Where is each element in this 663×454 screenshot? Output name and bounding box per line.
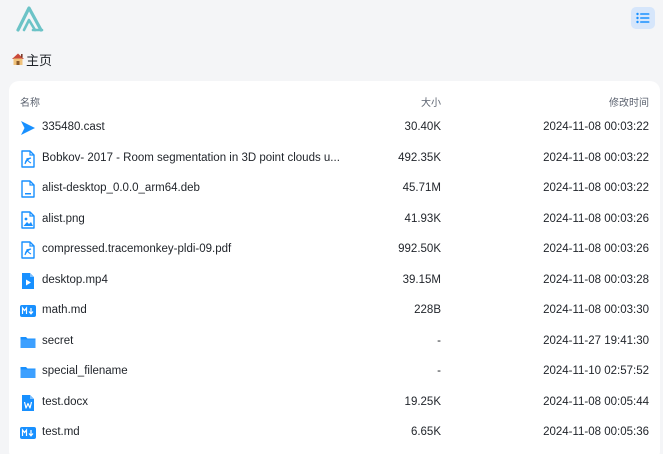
file-modified: 2024-11-08 00:03:30 (543, 304, 649, 316)
file-modified: 2024-11-08 00:03:26 (543, 212, 649, 225)
file-size: 41.93K (404, 212, 441, 225)
file-modified: 2024-11-08 00:03:26 (543, 243, 649, 255)
file-modified: 2024-11-08 00:03:28 (543, 273, 649, 286)
image-file-icon (20, 210, 36, 229)
file-size: 6.65K (410, 426, 441, 438)
file-size: 45.71M (402, 182, 441, 194)
file-row[interactable]: math.md 228B 2024-11-08 00:03:30 (9, 296, 660, 326)
file-name[interactable]: alist-desktop_0.0.0_arm64.deb (42, 182, 342, 194)
file-modified: 2024-11-08 00:03:22 (543, 121, 649, 133)
file-row[interactable]: 335480.cast 30.40K 2024-11-08 00:03:22 (9, 113, 660, 143)
pdf-file-icon (20, 241, 36, 259)
file-modified: 2024-11-08 00:03:22 (543, 182, 649, 194)
file-size: 992.50K (398, 243, 441, 255)
file-name[interactable]: special_filename (42, 365, 342, 377)
breadcrumb[interactable]: 主页 (11, 50, 52, 68)
file-size: 19.25K (404, 395, 441, 408)
top-bar (0, 0, 663, 40)
file-size: 492.35K (398, 151, 441, 164)
file-row[interactable]: desktop.mp4 39.15M 2024-11-08 00:03:28 (9, 266, 660, 296)
file-name[interactable]: secret (42, 335, 342, 347)
file-name[interactable]: test.md (42, 426, 342, 438)
file-modified: 2024-11-08 00:03:22 (543, 151, 649, 164)
file-name[interactable]: desktop.mp4 (42, 274, 342, 286)
word-file-icon (20, 394, 36, 412)
column-header-name[interactable]: 名称 (20, 94, 40, 109)
file-modified: 2024-11-08 00:05:44 (543, 395, 649, 408)
file-list-header: 名称 大小 修改时间 (9, 81, 660, 117)
file-name[interactable]: compressed.tracemonkey-pldi-09.pdf (42, 243, 342, 255)
column-header-size[interactable]: 大小 (421, 94, 441, 109)
folder-icon (20, 363, 36, 381)
video-cast-icon (20, 119, 36, 137)
pdf-file-icon (20, 149, 36, 168)
file-name[interactable]: test.docx (42, 396, 342, 408)
file-row[interactable]: secret - 2024-11-27 19:41:30 (9, 327, 660, 357)
file-size: - (437, 365, 441, 377)
file-row[interactable]: test.md 6.65K 2024-11-08 00:05:36 (9, 418, 660, 448)
file-name[interactable]: Bobkov- 2017 - Room segmentation in 3D p… (42, 152, 342, 164)
markdown-file-icon (20, 302, 36, 320)
file-row[interactable]: Bobkov- 2017 - Room segmentation in 3D p… (9, 144, 660, 174)
file-modified: 2024-11-08 00:05:36 (543, 426, 649, 438)
file-row[interactable]: compressed.tracemonkey-pldi-09.pdf 992.50… (9, 235, 660, 265)
column-header-modified[interactable]: 修改时间 (609, 94, 649, 109)
layout-toggle-button[interactable] (631, 7, 655, 29)
file-row[interactable]: alist.png 41.93K 2024-11-08 00:03:26 (9, 205, 660, 235)
file-icon (20, 180, 36, 198)
file-name[interactable]: math.md (42, 304, 342, 316)
home-icon (12, 53, 24, 65)
markdown-file-icon (20, 424, 36, 442)
list-icon (636, 12, 650, 24)
file-name[interactable]: alist.png (42, 213, 342, 225)
video-file-icon (20, 272, 36, 290)
file-size: 228B (414, 304, 441, 316)
breadcrumb-home[interactable]: 主页 (26, 50, 52, 69)
alist-logo[interactable] (14, 5, 46, 33)
file-size: 30.40K (404, 121, 441, 133)
file-row[interactable]: alist-desktop_0.0.0_arm64.deb 45.71M 2024-… (9, 174, 660, 204)
file-list: 名称 大小 修改时间 335480.cast 30.40K 2024-11-08 0… (9, 81, 660, 454)
folder-icon (20, 333, 36, 351)
file-row[interactable]: test.docx 19.25K 2024-11-08 00:05:44 (9, 388, 660, 418)
file-modified: 2024-11-10 02:57:52 (543, 365, 649, 377)
file-row[interactable]: special_filename - 2024-11-10 02:57:52 (9, 357, 660, 387)
file-name[interactable]: 335480.cast (42, 121, 342, 133)
file-size: 39.15M (402, 273, 441, 286)
file-modified: 2024-11-27 19:41:30 (543, 334, 649, 347)
file-size: - (437, 334, 441, 347)
